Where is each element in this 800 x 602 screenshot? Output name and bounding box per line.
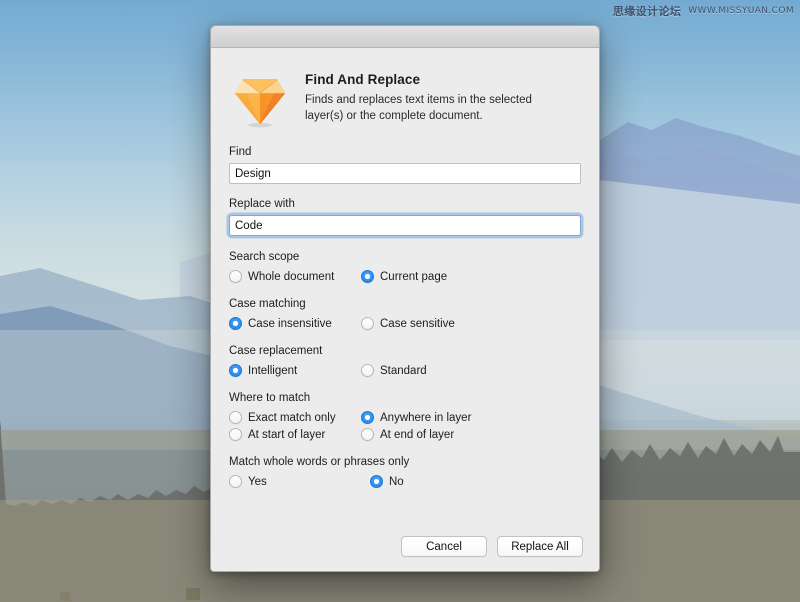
sketch-diamond-icon bbox=[229, 68, 291, 130]
group-label: Where to match bbox=[229, 392, 581, 404]
replace-with-label: Replace with bbox=[229, 198, 581, 210]
radio-label: No bbox=[389, 476, 404, 488]
radio-option[interactable]: At end of layer bbox=[361, 428, 581, 441]
radio-dot-icon bbox=[361, 428, 374, 441]
radio-option[interactable]: No bbox=[370, 475, 581, 488]
radio-cell: Anywhere in layer bbox=[361, 411, 581, 424]
radio-dot-icon bbox=[361, 411, 374, 424]
watermark-url-text: WWW.MISSYUAN.COM bbox=[688, 6, 794, 16]
group-label: Match whole words or phrases only bbox=[229, 456, 581, 468]
radio-cell: Exact match only bbox=[229, 411, 361, 424]
radio-cell: Case insensitive bbox=[229, 317, 361, 330]
radio-row: Whole document Current page bbox=[229, 270, 581, 283]
radio-dot-icon bbox=[229, 475, 242, 488]
dialog-footer: Cancel Replace All bbox=[401, 536, 583, 557]
group-label: Case matching bbox=[229, 298, 581, 310]
radio-label: Standard bbox=[380, 365, 427, 377]
watermark: 思缘设计论坛 WWW.MISSYUAN.COM bbox=[613, 3, 794, 19]
radio-option[interactable]: Standard bbox=[361, 364, 581, 377]
radio-row: Intelligent Standard bbox=[229, 364, 581, 377]
radio-label: Yes bbox=[248, 476, 267, 488]
radio-label: Exact match only bbox=[248, 412, 336, 424]
find-field-group: Find bbox=[229, 146, 581, 184]
dialog-title: Find And Replace bbox=[305, 72, 573, 87]
dialog-titlebar[interactable] bbox=[211, 26, 599, 48]
radio-dot-icon bbox=[229, 428, 242, 441]
radio-label: At end of layer bbox=[380, 429, 454, 441]
radio-option[interactable]: Exact match only bbox=[229, 411, 361, 424]
radio-option[interactable]: Yes bbox=[229, 475, 361, 488]
radio-dot-icon bbox=[229, 270, 242, 283]
radio-cell: At start of layer bbox=[229, 428, 361, 441]
radio-dot-icon bbox=[361, 317, 374, 330]
replace-with-input[interactable] bbox=[229, 215, 581, 236]
radio-option[interactable]: Whole document bbox=[229, 270, 361, 283]
radio-option[interactable]: Case insensitive bbox=[229, 317, 361, 330]
radio-cell: Case sensitive bbox=[361, 317, 581, 330]
radio-label: Whole document bbox=[248, 271, 334, 283]
radio-option[interactable]: At start of layer bbox=[229, 428, 361, 441]
radio-cell: Whole document bbox=[229, 270, 361, 283]
find-replace-form: Find Replace with Search scope Whole docu… bbox=[211, 146, 599, 488]
radio-dot-icon bbox=[229, 317, 242, 330]
radio-dot-icon bbox=[370, 475, 383, 488]
radio-row: Case insensitive Case sensitive bbox=[229, 317, 581, 330]
radio-label: Case sensitive bbox=[380, 318, 455, 330]
radio-option[interactable]: Intelligent bbox=[229, 364, 361, 377]
group-label: Search scope bbox=[229, 251, 581, 263]
dialog-body: Find And Replace Finds and replaces text… bbox=[211, 48, 599, 571]
radio-dot-icon bbox=[361, 270, 374, 283]
option-groups: Search scope Whole document Current page Ca… bbox=[229, 251, 581, 488]
replace-field-group: Replace with bbox=[229, 198, 581, 236]
radio-row: Exact match only Anywhere in layer bbox=[229, 411, 581, 424]
radio-cell: Current page bbox=[361, 270, 581, 283]
radio-option[interactable]: Case sensitive bbox=[361, 317, 581, 330]
radio-cell: Intelligent bbox=[229, 364, 361, 377]
radio-cell: Standard bbox=[361, 364, 581, 377]
radio-cell: Yes bbox=[229, 475, 361, 488]
watermark-cn-text: 思缘设计论坛 bbox=[613, 3, 681, 19]
group-label: Case replacement bbox=[229, 345, 581, 357]
find-and-replace-dialog: Find And Replace Finds and replaces text… bbox=[210, 25, 600, 572]
radio-option[interactable]: Current page bbox=[361, 270, 581, 283]
radio-cell: No bbox=[361, 475, 581, 488]
radio-row: Yes No bbox=[229, 475, 581, 488]
find-input[interactable] bbox=[229, 163, 581, 184]
radio-row: At start of layer At end of layer bbox=[229, 428, 581, 441]
radio-label: Anywhere in layer bbox=[380, 412, 471, 424]
replace-all-button[interactable]: Replace All bbox=[497, 536, 583, 557]
radio-dot-icon bbox=[229, 411, 242, 424]
dialog-header: Find And Replace Finds and replaces text… bbox=[211, 48, 599, 130]
radio-label: Intelligent bbox=[248, 365, 297, 377]
radio-dot-icon bbox=[361, 364, 374, 377]
cancel-button[interactable]: Cancel bbox=[401, 536, 487, 557]
dialog-description: Finds and replaces text items in the sel… bbox=[305, 93, 573, 125]
radio-dot-icon bbox=[229, 364, 242, 377]
radio-label: Case insensitive bbox=[248, 318, 332, 330]
find-label: Find bbox=[229, 146, 581, 158]
radio-label: Current page bbox=[380, 271, 447, 283]
radio-option[interactable]: Anywhere in layer bbox=[361, 411, 581, 424]
radio-label: At start of layer bbox=[248, 429, 325, 441]
radio-cell: At end of layer bbox=[361, 428, 581, 441]
